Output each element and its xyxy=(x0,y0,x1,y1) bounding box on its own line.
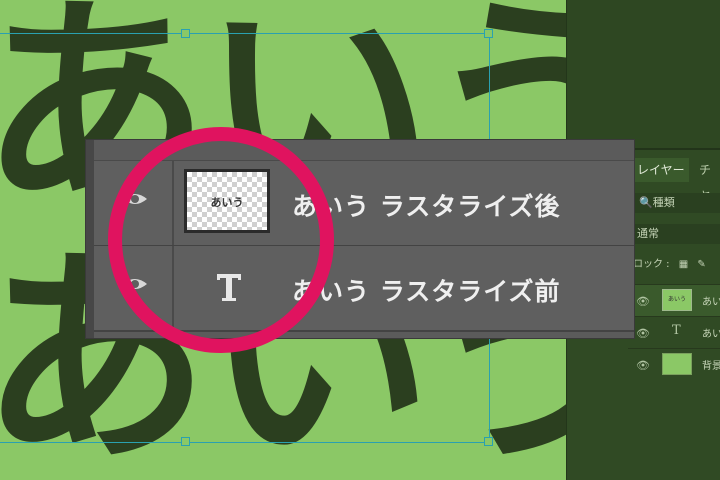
transform-handle-top-right[interactable] xyxy=(484,29,493,38)
tab-channels[interactable]: チャ xyxy=(699,158,720,201)
layer-row-background[interactable]: 👁 背景 xyxy=(628,348,720,381)
highlight-circle xyxy=(108,127,334,353)
panel-top-area xyxy=(567,0,720,148)
layer-name: あい xyxy=(702,297,720,308)
visibility-eye-icon[interactable]: 👁 xyxy=(636,327,650,340)
layer-name: あいう ラスタライズ後 xyxy=(292,192,561,221)
layer-name: 背景 xyxy=(702,361,720,372)
layer-row-raster[interactable]: 👁 あいう あい xyxy=(628,284,720,317)
lock-transparent-pixels-icon[interactable]: ▦ xyxy=(679,259,688,270)
inset-left-strip xyxy=(86,140,94,338)
transform-handle-bottom-right[interactable] xyxy=(484,437,493,446)
tab-layers[interactable]: レイヤー xyxy=(633,158,689,182)
layer-thumbnail: あいう xyxy=(662,289,692,311)
lock-row: ロック : ▦ ✎ xyxy=(633,256,720,274)
text-layer-icon: T xyxy=(672,323,681,338)
lock-image-pixels-brush-icon[interactable]: ✎ xyxy=(697,259,705,270)
layer-row-text[interactable]: 👁 T あい xyxy=(628,316,720,349)
visibility-eye-icon[interactable]: 👁 xyxy=(636,295,650,308)
visibility-eye-icon[interactable]: 👁 xyxy=(636,359,650,372)
layer-filter-kind[interactable]: 🔍種類 xyxy=(633,193,720,213)
layer-name: あい xyxy=(702,329,720,340)
blend-mode-select[interactable]: 通常 xyxy=(633,224,720,244)
layer-name: あいう ラスタライズ前 xyxy=(292,277,561,306)
layer-thumbnail xyxy=(662,353,692,375)
transform-handle-top[interactable] xyxy=(181,29,190,38)
lock-label: ロック : xyxy=(633,259,670,270)
transform-handle-bottom[interactable] xyxy=(181,437,190,446)
